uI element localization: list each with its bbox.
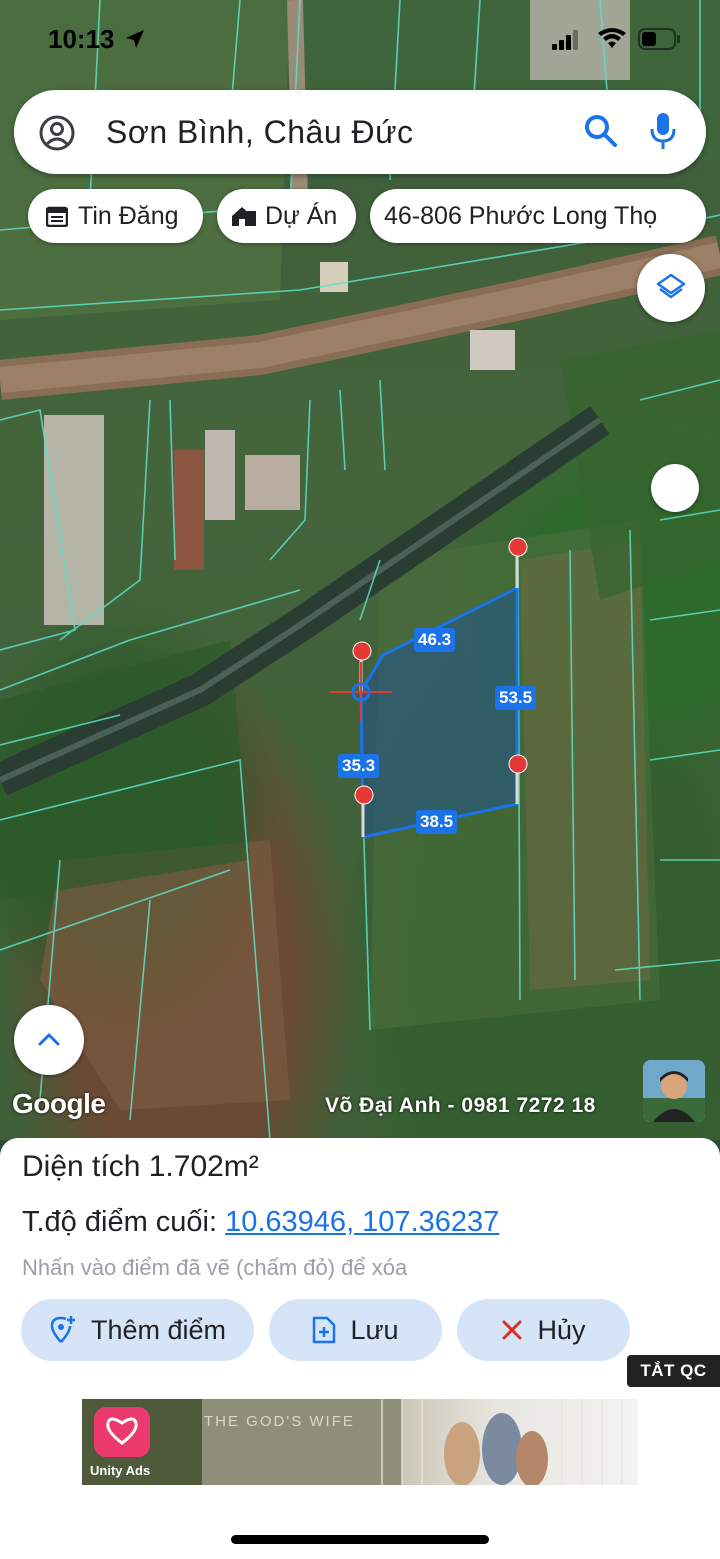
chip-label: 46-806 Phước Long Thọ xyxy=(384,201,658,230)
ad-image xyxy=(82,1399,623,1485)
expand-button[interactable] xyxy=(14,1005,84,1075)
add-location-icon xyxy=(50,1316,75,1343)
parcel-marker[interactable] xyxy=(353,784,375,806)
cancel-button[interactable]: Hủy xyxy=(457,1299,630,1361)
parcel-marker[interactable] xyxy=(507,536,529,558)
chip-parcel-number[interactable]: 46-806 Phước Long Thọ xyxy=(370,189,706,243)
ad-brand: Unity Ads xyxy=(90,1463,151,1478)
chip-label: Tin Đăng xyxy=(78,201,179,230)
search-bar[interactable]: Sơn Bình, Châu Đức xyxy=(14,90,706,174)
save-button[interactable]: Lưu xyxy=(269,1299,442,1361)
battery-icon xyxy=(638,28,680,50)
layers-button[interactable] xyxy=(637,254,705,322)
add-document-icon xyxy=(313,1316,336,1344)
ad-headline: THE GOD'S WIFE xyxy=(204,1413,355,1430)
cellular-signal-icon xyxy=(552,30,578,50)
area-value: 1.702m² xyxy=(148,1150,259,1183)
status-time: 10:13 xyxy=(48,24,115,54)
coordinate-label: T.độ điểm cuối: xyxy=(22,1206,218,1238)
avatar[interactable] xyxy=(643,1060,705,1122)
edge-length-label: 46.3 xyxy=(414,628,456,652)
building-icon xyxy=(232,207,256,226)
edge-length-label: 38.5 xyxy=(416,810,458,834)
add-point-button[interactable]: Thêm điểm xyxy=(21,1299,254,1361)
search-input[interactable]: Sơn Bình, Châu Đức xyxy=(106,114,414,151)
status-bar: 10:13 xyxy=(0,0,720,80)
calendar-icon xyxy=(46,206,68,227)
google-attribution: Google xyxy=(12,1088,106,1119)
area-label: Diện tích xyxy=(22,1150,141,1183)
map-scroll-handle[interactable] xyxy=(651,464,699,512)
edge-length-label: 53.5 xyxy=(495,686,537,710)
delete-hint: Nhấn vào điểm đã vẽ (chấm đỏ) để xóa xyxy=(22,1255,408,1280)
add-point-label: Thêm điểm xyxy=(90,1314,227,1345)
chevron-up-icon xyxy=(38,1033,60,1046)
microphone-icon[interactable] xyxy=(650,112,676,150)
chip-tin-dang[interactable]: Tin Đăng xyxy=(28,189,203,243)
disable-ads-button[interactable]: TẮT QC xyxy=(627,1355,720,1387)
parcel-marker[interactable] xyxy=(507,753,529,775)
area-row: Diện tích 1.702m² xyxy=(22,1150,259,1184)
cancel-label: Hủy xyxy=(537,1314,586,1345)
parcel-marker[interactable] xyxy=(351,640,373,662)
layers-icon xyxy=(656,273,686,299)
ad-banner[interactable]: Unity Ads THE GOD'S WIFE xyxy=(82,1399,638,1485)
location-arrow-icon xyxy=(126,30,144,48)
close-icon xyxy=(502,1320,522,1340)
account-icon[interactable] xyxy=(38,114,76,152)
chip-label: Dự Án xyxy=(265,201,338,230)
coordinate-link[interactable]: 10.63946, 107.36237 xyxy=(225,1206,499,1238)
coordinate-row: T.độ điểm cuối: 10.63946, 107.36237 xyxy=(22,1206,499,1239)
wifi-icon xyxy=(598,28,626,48)
home-indicator[interactable] xyxy=(231,1535,489,1544)
chip-du-an[interactable]: Dự Án xyxy=(217,189,356,243)
search-icon[interactable] xyxy=(584,114,618,148)
save-label: Lưu xyxy=(350,1314,399,1345)
owner-credit: Võ Đại Anh - 0981 7272 18 xyxy=(325,1094,596,1117)
edge-length-label: 35.3 xyxy=(338,754,380,778)
